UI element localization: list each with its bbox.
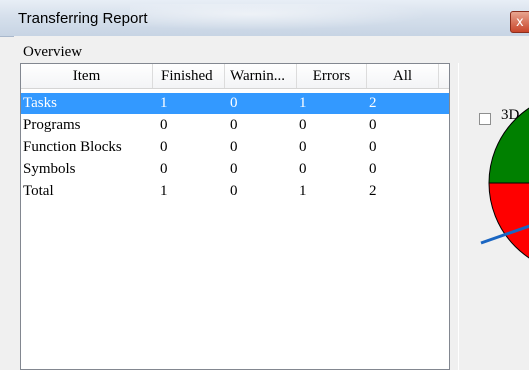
overview-list[interactable]: Item Finished Warnin... Errors All Tasks… xyxy=(20,63,450,370)
cell-item: Programs xyxy=(23,117,81,133)
cell-finished: 1 xyxy=(160,95,168,111)
pie-slice-finished xyxy=(488,107,529,184)
cell-errors: 0 xyxy=(299,161,307,177)
column-header-all[interactable]: All xyxy=(367,64,439,88)
column-header-errors[interactable]: Errors xyxy=(297,64,367,88)
overview-group: Overview Item Finished Warnin... Errors … xyxy=(14,36,529,370)
cell-item: Function Blocks xyxy=(23,139,122,155)
title-bar-glass xyxy=(130,4,430,30)
window-title: Transferring Report xyxy=(18,10,148,27)
cell-finished: 0 xyxy=(160,139,168,155)
cell-errors: 0 xyxy=(299,139,307,155)
column-header-item[interactable]: Item xyxy=(21,64,153,88)
cell-finished: 0 xyxy=(160,117,168,133)
cell-all: 0 xyxy=(369,161,377,177)
cell-warnings: 0 xyxy=(230,139,238,155)
column-header-finished[interactable]: Finished xyxy=(153,64,225,88)
cell-all: 0 xyxy=(369,117,377,133)
transferring-report-window: Transferring Report x Overview Item Fini… xyxy=(0,0,529,370)
cell-all: 2 xyxy=(369,183,377,199)
cell-all: 0 xyxy=(369,139,377,155)
cell-item: Symbols xyxy=(23,161,76,177)
close-button[interactable]: x xyxy=(510,11,529,33)
chart-panel: 3D xyxy=(458,63,529,370)
cell-finished: 1 xyxy=(160,183,168,199)
cell-item: Tasks xyxy=(23,95,57,111)
cell-finished: 0 xyxy=(160,161,168,177)
table-row-total[interactable]: Total 1 0 1 2 xyxy=(21,181,449,202)
cell-all: 2 xyxy=(369,95,377,111)
column-header-warnings[interactable]: Warnin... xyxy=(225,64,297,88)
list-header: Item Finished Warnin... Errors All xyxy=(21,64,449,89)
overview-label: Overview xyxy=(23,44,83,60)
cell-warnings: 0 xyxy=(230,183,238,199)
cell-warnings: 0 xyxy=(230,95,238,111)
title-bar[interactable]: Transferring Report x xyxy=(0,0,529,37)
cell-errors: 0 xyxy=(299,117,307,133)
table-row-programs[interactable]: Programs 0 0 0 0 xyxy=(21,115,449,136)
table-row-function-blocks[interactable]: Function Blocks 0 0 0 0 xyxy=(21,137,449,158)
cell-errors: 1 xyxy=(299,95,307,111)
close-icon: x xyxy=(516,15,524,30)
cell-warnings: 0 xyxy=(230,117,238,133)
cell-item: Total xyxy=(23,183,54,199)
table-row-tasks[interactable]: Tasks 1 0 1 2 xyxy=(21,93,449,114)
table-row-symbols[interactable]: Symbols 0 0 0 0 xyxy=(21,159,449,180)
cell-errors: 1 xyxy=(299,183,307,199)
result-pie-chart xyxy=(480,107,529,259)
cell-warnings: 0 xyxy=(230,161,238,177)
